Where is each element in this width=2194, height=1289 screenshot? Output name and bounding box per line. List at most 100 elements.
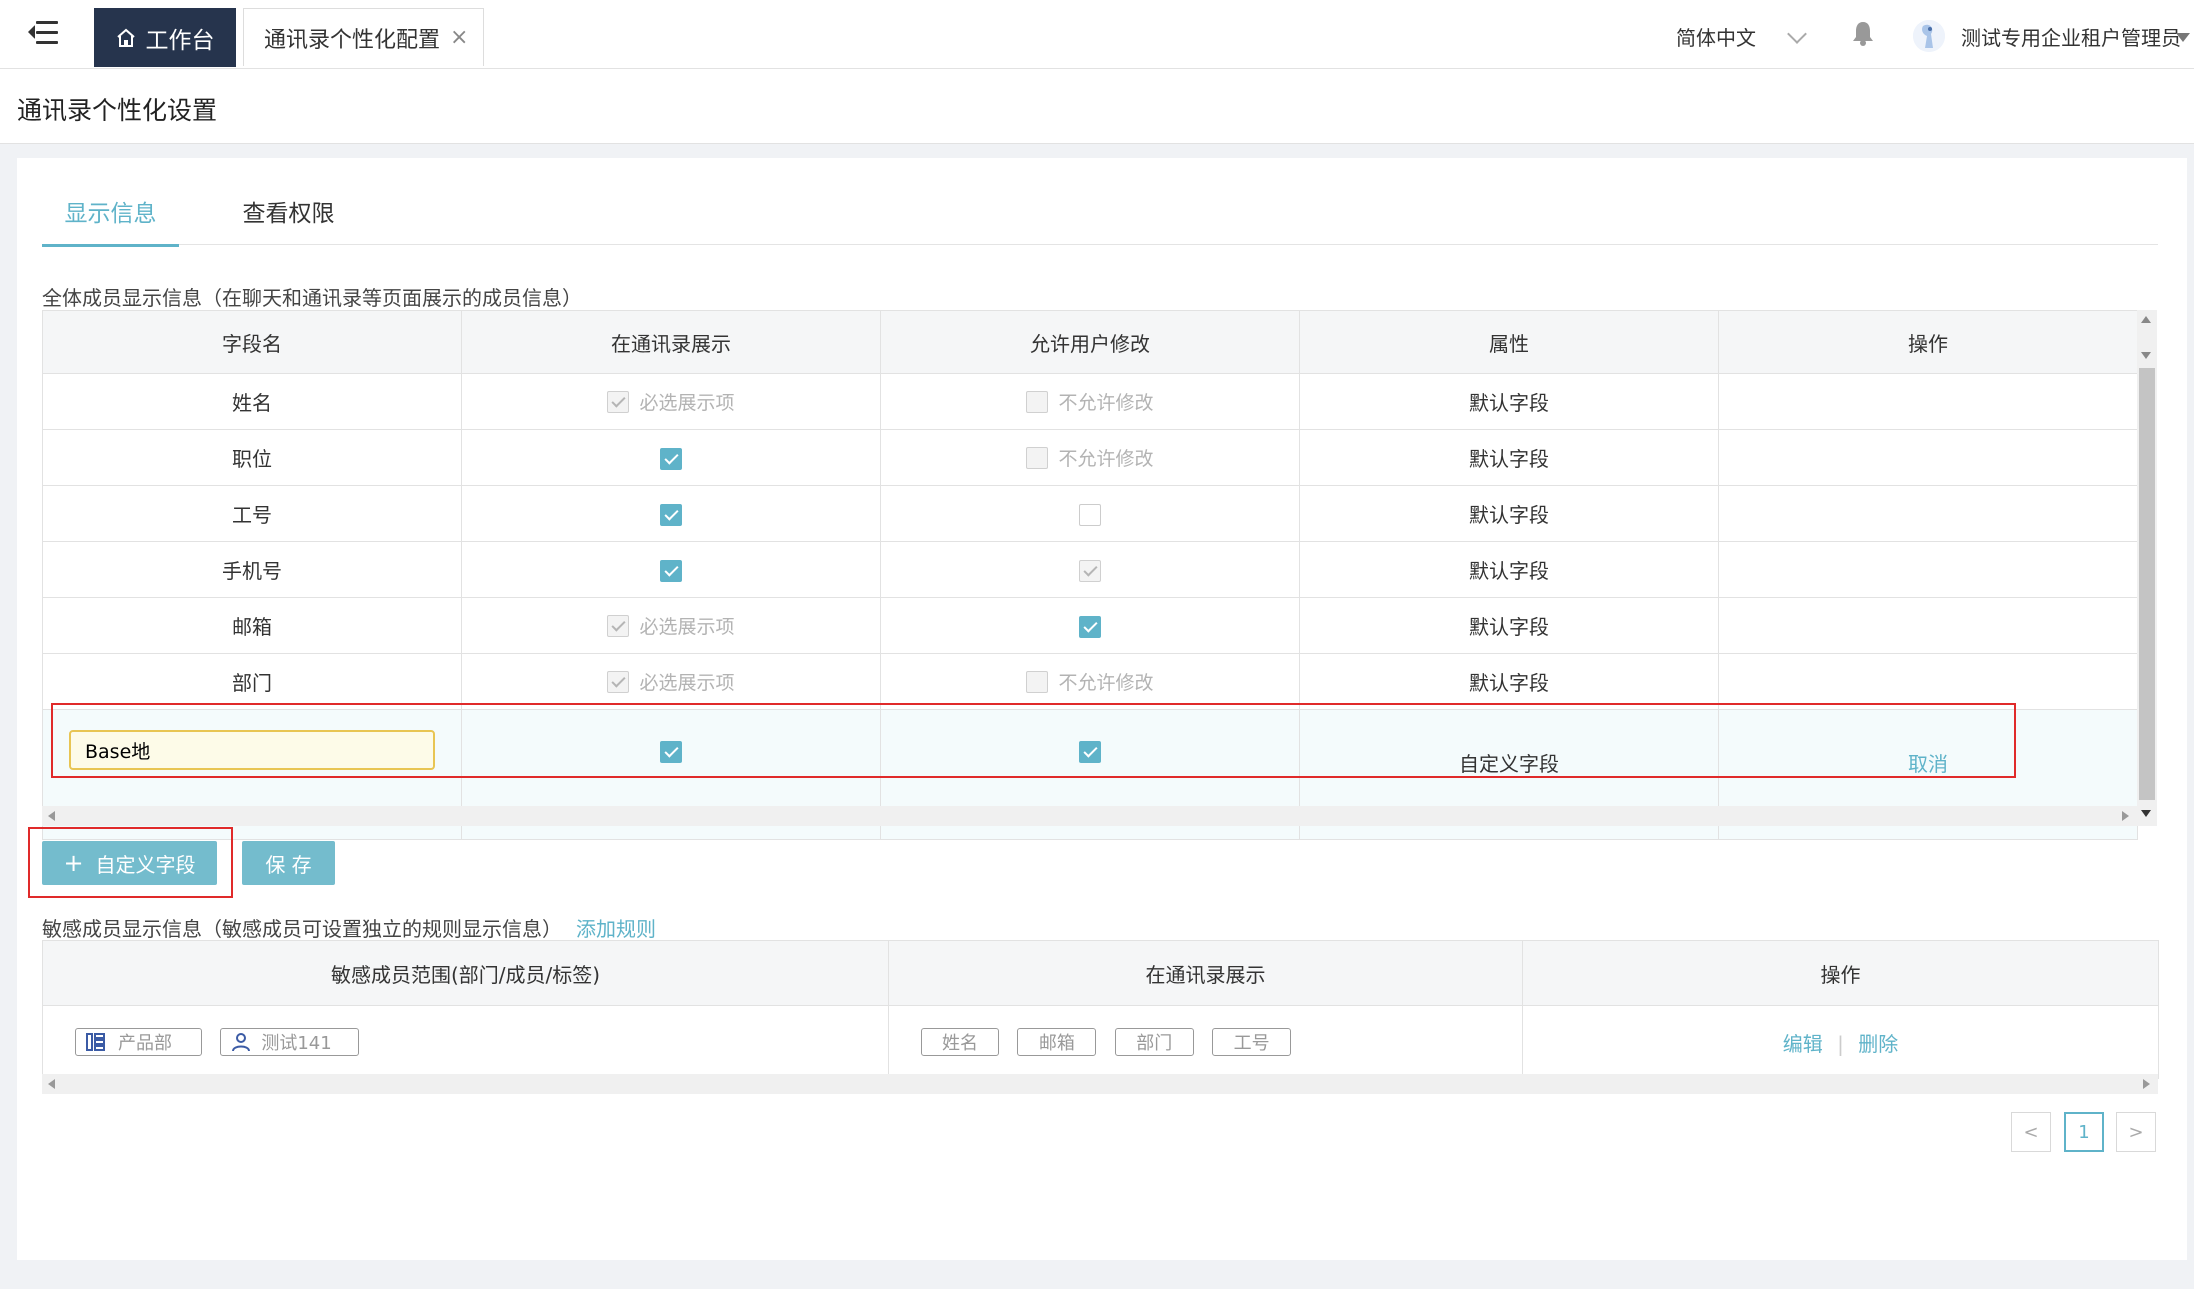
table-row: 邮箱 必选展示项 默认字段 (42, 597, 2138, 654)
scope-tag-label: 测试141 (261, 1033, 332, 1054)
col-sensitive-scope: 敏感成员范围(部门/成员/标签) (42, 940, 889, 1006)
pagination-prev-button[interactable]: < (2011, 1112, 2051, 1152)
edit-checkbox (1026, 670, 1049, 693)
horizontal-scrollbar[interactable] (42, 1074, 2158, 1094)
avatar[interactable] (1913, 20, 1945, 52)
tab-contact-config[interactable]: 通讯录个性化配置 × (243, 8, 484, 66)
actions-cell (1718, 373, 2138, 430)
scroll-thumb[interactable] (2139, 368, 2155, 800)
show-cell (461, 485, 881, 542)
table-row: 产品部 测试141 姓名 邮箱 部门 工号 编辑 | 删除 (42, 1005, 2159, 1079)
scroll-down-icon[interactable] (2141, 352, 2151, 359)
actions-cell: 编辑 | 删除 (1522, 1005, 2159, 1079)
show-tag: 邮箱 (1017, 1028, 1097, 1056)
edit-checkbox[interactable] (1079, 615, 1101, 638)
show-cell: 必选展示项 (461, 597, 881, 654)
show-checkbox (607, 670, 630, 693)
top-bar: 工作台 通讯录个性化配置 × 简体中文 测试专用企业租户管理员 (0, 0, 2194, 69)
table-row: 职位 不允许修改 默认字段 (42, 429, 2138, 486)
chevron-down-icon[interactable] (1787, 24, 1807, 44)
delete-link[interactable]: 删除 (1858, 1032, 1898, 1056)
edit-link[interactable]: 编辑 (1783, 1032, 1823, 1056)
page-header: 通讯录个性化设置 (0, 69, 2194, 144)
scroll-left-icon[interactable] (48, 1079, 55, 1089)
username[interactable]: 测试专用企业租户管理员 (1961, 22, 2181, 51)
attribute: 默认字段 (1299, 653, 1719, 710)
edit-cell: 不允许修改 (880, 429, 1300, 486)
content-card: 显示信息 查看权限 全体成员显示信息（在聊天和通讯录等页面展示的成员信息） 字段… (17, 158, 2187, 1260)
bell-icon[interactable] (1852, 20, 1874, 50)
attribute: 默认字段 (1299, 541, 1719, 598)
highlight-box (28, 827, 233, 898)
col-actions: 操作 (1522, 940, 2159, 1006)
scroll-right-icon[interactable] (2122, 811, 2129, 821)
not-allowed-label: 不允许修改 (1058, 392, 1154, 414)
scroll-down-icon[interactable] (2141, 810, 2151, 817)
required-label: 必选展示项 (639, 392, 735, 414)
scope-cell: 产品部 测试141 (42, 1005, 889, 1079)
not-allowed-label: 不允许修改 (1058, 672, 1154, 694)
menu-toggle-icon[interactable] (28, 20, 58, 46)
action-separator: | (1837, 1031, 1844, 1056)
scroll-up-icon[interactable] (2141, 316, 2151, 323)
sensitive-label-text: 敏感成员显示信息（敏感成员可设置独立的规则显示信息） (42, 917, 562, 941)
chevron-right-icon: > (2128, 1121, 2144, 1143)
attribute: 默认字段 (1299, 485, 1719, 542)
col-show-in-directory: 在通讯录展示 (461, 310, 881, 374)
field-name: 工号 (42, 485, 462, 542)
required-label: 必选展示项 (639, 616, 735, 638)
sensitive-members-table: 敏感成员范围(部门/成员/标签) 在通讯录展示 操作 产品部 测试141 姓名 … (42, 940, 2159, 1079)
tab-display-info[interactable]: 显示信息 (42, 186, 179, 247)
actions-cell (1718, 541, 2138, 598)
all-members-label: 全体成员显示信息（在聊天和通讯录等页面展示的成员信息） (42, 286, 582, 310)
table-header-row: 字段名 在通讯录展示 允许用户修改 属性 操作 (42, 310, 2138, 374)
actions-cell (1718, 597, 2138, 654)
scope-tag-department: 产品部 (75, 1028, 202, 1056)
pagination-next-button[interactable]: > (2116, 1112, 2156, 1152)
pagination-page-button[interactable]: 1 (2064, 1112, 2104, 1152)
show-checkbox (607, 614, 630, 637)
table-row: 工号 默认字段 (42, 485, 2138, 542)
col-field-name: 字段名 (42, 310, 462, 374)
close-icon[interactable]: × (450, 25, 468, 50)
table-row: 手机号 默认字段 (42, 541, 2138, 598)
add-rule-link[interactable]: 添加规则 (576, 917, 656, 941)
language-select[interactable]: 简体中文 (1676, 22, 1756, 51)
edit-checkbox[interactable] (1079, 503, 1101, 526)
edit-cell (880, 485, 1300, 542)
attribute: 默认字段 (1299, 373, 1719, 430)
edit-checkbox (1026, 446, 1049, 469)
scope-tag-label: 产品部 (118, 1033, 172, 1054)
col-show-in-directory: 在通讯录展示 (888, 940, 1523, 1006)
scope-tag-member: 测试141 (220, 1028, 360, 1056)
show-cell (461, 429, 881, 486)
highlight-box (51, 703, 2016, 778)
save-button[interactable]: 保 存 (242, 841, 335, 885)
field-name: 部门 (42, 653, 462, 710)
required-label: 必选展示项 (639, 672, 735, 694)
attribute: 默认字段 (1299, 597, 1719, 654)
tab-view-permission[interactable]: 查看权限 (220, 186, 357, 244)
attribute: 默认字段 (1299, 429, 1719, 486)
scroll-right-icon[interactable] (2143, 1079, 2150, 1089)
edit-cell: 不允许修改 (880, 373, 1300, 430)
field-name: 姓名 (42, 373, 462, 430)
show-checkbox[interactable] (660, 503, 682, 526)
not-allowed-label: 不允许修改 (1058, 448, 1154, 470)
field-name: 邮箱 (42, 597, 462, 654)
col-allow-edit: 允许用户修改 (880, 310, 1300, 374)
edit-checkbox (1079, 559, 1101, 582)
show-tag: 部门 (1114, 1028, 1194, 1056)
show-tag: 工号 (1212, 1028, 1292, 1056)
col-attribute: 属性 (1299, 310, 1719, 374)
tab-bar: 显示信息 查看权限 (42, 186, 2158, 247)
show-checkbox[interactable] (660, 559, 682, 582)
scroll-left-icon[interactable] (48, 811, 55, 821)
show-checkbox[interactable] (660, 447, 682, 470)
horizontal-scrollbar[interactable] (42, 806, 2137, 826)
caret-down-icon[interactable] (2176, 33, 2190, 42)
show-tags-cell: 姓名 邮箱 部门 工号 (888, 1005, 1523, 1079)
edit-cell (880, 597, 1300, 654)
tab-home-workbench[interactable]: 工作台 (94, 8, 236, 67)
vertical-scrollbar[interactable] (2137, 310, 2157, 826)
